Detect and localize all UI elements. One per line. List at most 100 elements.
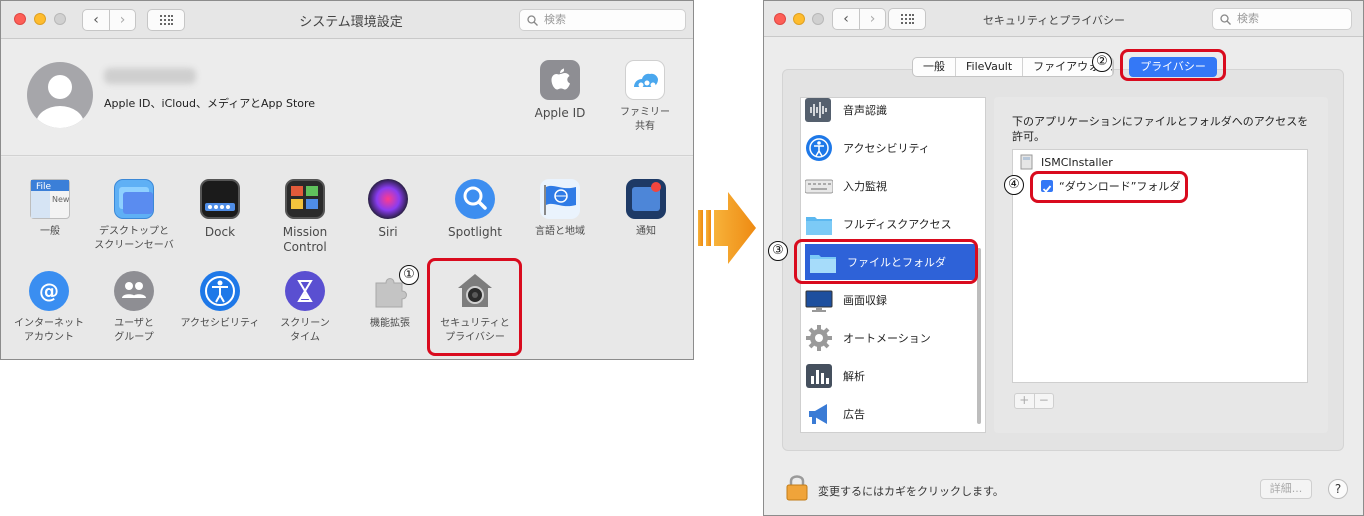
pref-label: Apple ID	[534, 106, 586, 120]
category-label: 画面収録	[843, 294, 887, 307]
system-preferences-window: ‹ › システム環境設定 検索 Apple ID、iCloud、メディアとApp…	[0, 0, 694, 360]
account-subtitle: Apple ID、iCloud、メディアとApp Store	[104, 97, 316, 110]
pref-notifications[interactable]: 通知	[619, 179, 673, 239]
megaphone-icon	[805, 400, 833, 428]
accessibility-icon	[805, 134, 833, 162]
pref-siri[interactable]: Siri	[361, 179, 415, 240]
category-screen-recording[interactable]: 画面収録	[801, 282, 985, 318]
category-input-monitoring[interactable]: 入力監視	[801, 168, 985, 204]
category-analytics[interactable]: 解析	[801, 358, 985, 394]
installer-icon	[1020, 154, 1033, 170]
folder-icon	[805, 210, 833, 238]
display-icon	[805, 286, 833, 314]
category-automation[interactable]: オートメーション	[801, 320, 985, 356]
zoom-window-button[interactable]	[54, 13, 66, 25]
arrow-right-icon	[698, 192, 756, 264]
category-speech-recognition[interactable]: 音声認識	[801, 92, 985, 128]
pref-family-sharing[interactable]: ファミリー 共有	[612, 60, 678, 134]
show-all-button[interactable]	[147, 9, 185, 31]
internet-accounts-icon: @	[29, 271, 69, 311]
tab-bar: 一般 FileVault ファイアウォール	[912, 57, 1115, 77]
general-icon: File New	[30, 179, 70, 219]
pref-general[interactable]: File New 一般	[23, 179, 77, 239]
show-all-button[interactable]	[888, 8, 926, 30]
back-forward-buttons: ‹ ›	[82, 9, 136, 31]
screen-time-icon	[285, 271, 325, 311]
pref-dock[interactable]: Dock	[192, 179, 248, 240]
category-label: 広告	[843, 408, 865, 421]
pref-internet-accounts[interactable]: @ インターネット アカウント	[7, 271, 91, 345]
language-region-icon	[540, 179, 580, 219]
pref-label: Mission Control	[282, 225, 328, 254]
back-chevron-icon[interactable]: ‹	[83, 10, 109, 30]
advanced-button[interactable]: 詳細...	[1260, 479, 1312, 499]
remove-button[interactable]: −	[1033, 394, 1054, 408]
zoom-window-button[interactable]	[812, 13, 824, 25]
pref-users-groups[interactable]: ユーザと グループ	[105, 271, 163, 345]
category-label: 音声認識	[843, 104, 887, 117]
keyboard-icon	[804, 172, 834, 200]
preferences-grid: File New 一般 デスクトップと スクリーンセーバ Dock Mission C…	[1, 157, 693, 359]
step-number-3: ③	[768, 241, 788, 261]
category-full-disk-access[interactable]: フルディスクアクセス	[801, 206, 985, 242]
search-icon	[527, 15, 538, 26]
close-window-button[interactable]	[774, 13, 786, 25]
add-remove-buttons: + −	[1014, 393, 1054, 409]
grid-icon	[901, 14, 914, 24]
pref-label: Spotlight	[448, 225, 502, 239]
lock-icon[interactable]	[786, 473, 808, 501]
step-number-4: ④	[1004, 175, 1024, 195]
account-name-blurred	[104, 68, 196, 84]
add-button[interactable]: +	[1015, 394, 1034, 408]
step-number-1: ①	[399, 265, 419, 285]
close-window-button[interactable]	[14, 13, 26, 25]
pref-language-region[interactable]: 言語と地域	[526, 179, 594, 239]
account-panel: Apple ID、iCloud、メディアとApp Store Apple ID …	[1, 40, 693, 156]
app-name: ISMCInstaller	[1041, 155, 1113, 169]
pref-label: ユーザと グループ	[114, 318, 154, 343]
forward-chevron-icon[interactable]: ›	[859, 9, 885, 29]
accessibility-icon	[200, 271, 240, 311]
minimize-window-button[interactable]	[793, 13, 805, 25]
svg-text:@: @	[39, 279, 59, 303]
tab-general[interactable]: 一般	[913, 58, 956, 76]
category-accessibility[interactable]: アクセシビリティ	[801, 130, 985, 166]
back-chevron-icon[interactable]: ‹	[833, 9, 859, 29]
highlight-files-folders	[794, 239, 978, 284]
notifications-icon	[626, 179, 666, 219]
pref-mission-control[interactable]: Mission Control	[275, 179, 335, 255]
search-input[interactable]: 検索	[1212, 8, 1352, 30]
category-label: 解析	[843, 370, 865, 383]
help-button[interactable]: ?	[1328, 479, 1348, 499]
user-silhouette-icon	[36, 75, 84, 128]
mission-control-icon	[285, 179, 325, 219]
detail-description: 下のアプリケーションにファイルとフォルダへのアクセスを許可。	[1012, 115, 1309, 143]
pref-label: デスクトップと スクリーンセーバ	[94, 226, 174, 251]
highlight-downloads-permission	[1030, 171, 1188, 203]
dock-icon	[200, 179, 240, 219]
pref-spotlight[interactable]: Spotlight	[443, 179, 507, 240]
bottom-bar: 変更するにはカギをクリックします。 詳細... ?	[764, 461, 1363, 515]
pref-screen-time[interactable]: スクリーン タイム	[273, 271, 337, 345]
pref-apple-id[interactable]: Apple ID	[532, 60, 588, 121]
minimize-window-button[interactable]	[34, 13, 46, 25]
search-icon	[1220, 14, 1231, 25]
pref-label: インターネット アカウント	[14, 318, 84, 343]
category-label: アクセシビリティ	[843, 142, 930, 155]
pref-desktop[interactable]: デスクトップと スクリーンセーバ	[87, 179, 181, 253]
category-advertising[interactable]: 広告	[801, 396, 985, 432]
pref-label: 通知	[636, 226, 656, 237]
spotlight-icon	[455, 179, 495, 219]
search-placeholder: 検索	[544, 13, 566, 26]
pref-label: 機能拡張	[370, 318, 410, 329]
pref-label: Siri	[378, 225, 398, 239]
search-input[interactable]: 検索	[519, 9, 686, 31]
category-label: フルディスクアクセス	[843, 218, 952, 231]
pref-accessibility[interactable]: アクセシビリティ	[173, 271, 267, 331]
avatar[interactable]	[27, 62, 93, 128]
highlight-privacy-tab	[1120, 49, 1226, 81]
tab-filevault[interactable]: FileVault	[956, 58, 1024, 76]
pref-label: ファミリー 共有	[620, 107, 670, 132]
forward-chevron-icon[interactable]: ›	[109, 10, 135, 30]
titlebar: ‹ › セキュリティとプライバシー 検索	[764, 1, 1363, 37]
